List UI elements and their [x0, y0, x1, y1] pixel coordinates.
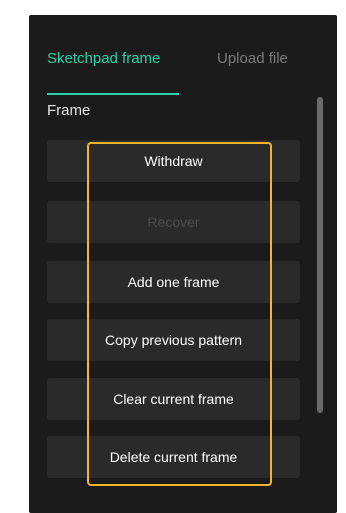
copy-previous-pattern-button[interactable]: Copy previous pattern — [47, 319, 300, 361]
frame-actions-list: Withdraw Recover Add one frame Copy prev… — [29, 15, 337, 513]
sketchpad-panel: Sketchpad frame Upload file Frame Withdr… — [29, 15, 337, 513]
clear-current-frame-button[interactable]: Clear current frame — [47, 378, 300, 420]
delete-current-frame-button[interactable]: Delete current frame — [47, 436, 300, 478]
recover-button[interactable]: Recover — [47, 201, 300, 243]
add-one-frame-button[interactable]: Add one frame — [47, 261, 300, 303]
withdraw-button[interactable]: Withdraw — [47, 140, 300, 182]
